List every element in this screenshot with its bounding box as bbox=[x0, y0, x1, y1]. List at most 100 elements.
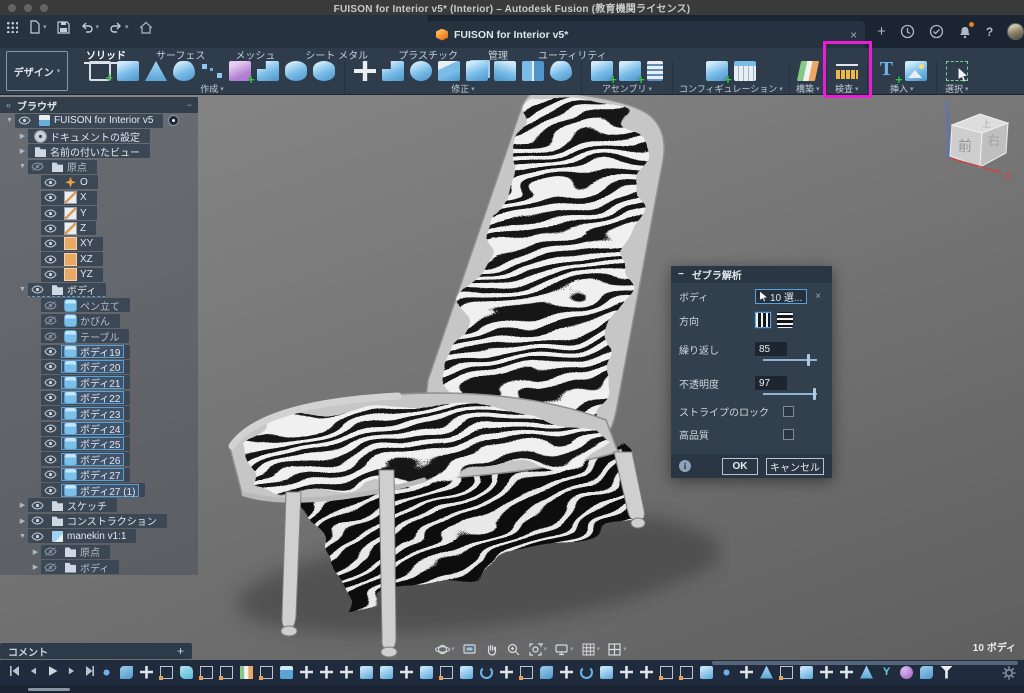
display-settings-icon[interactable]: ▾ bbox=[554, 642, 574, 657]
browser-tree-item[interactable]: ボディ25 bbox=[0, 436, 198, 451]
ribbon-tab[interactable]: サーフェス bbox=[154, 47, 207, 62]
vertical-stripes-button[interactable] bbox=[755, 312, 771, 328]
visibility-eye-icon[interactable] bbox=[44, 209, 57, 218]
select-icon[interactable] bbox=[946, 61, 968, 81]
visibility-eye-off-icon[interactable] bbox=[31, 162, 44, 171]
app-grid-icon[interactable] bbox=[6, 21, 18, 33]
create-mesh-icon[interactable] bbox=[229, 61, 251, 81]
browser-tree-item[interactable]: X bbox=[0, 190, 198, 205]
visibility-eye-off-icon[interactable] bbox=[44, 332, 57, 341]
step-forward-icon[interactable] bbox=[65, 665, 77, 677]
timeline-feature-dot-icon[interactable] bbox=[720, 666, 733, 679]
visibility-eye-icon[interactable] bbox=[44, 193, 57, 202]
timeline-feature-form-icon[interactable] bbox=[120, 666, 133, 679]
timeline-feature-move-icon[interactable] bbox=[400, 666, 413, 679]
notifications-bell-icon[interactable] bbox=[958, 24, 972, 39]
timeline-feature-move-icon[interactable] bbox=[500, 666, 513, 679]
mac-minimize-button[interactable] bbox=[24, 4, 32, 12]
active-component-radio[interactable] bbox=[168, 115, 179, 126]
look-at-icon[interactable] bbox=[462, 642, 477, 657]
timeline-feature-move-icon[interactable] bbox=[300, 666, 313, 679]
visibility-eye-icon[interactable] bbox=[44, 455, 57, 464]
create-sketch-icon[interactable] bbox=[89, 61, 111, 81]
timeline-feature-move-icon[interactable] bbox=[620, 666, 633, 679]
view-cube[interactable]: 前 右 上 Z X bbox=[932, 101, 1022, 189]
browser-tree-item[interactable]: ▼FUISON for Interior v5 bbox=[0, 113, 198, 128]
undo-button[interactable]: ▾ bbox=[80, 21, 100, 33]
play-icon[interactable] bbox=[45, 665, 59, 677]
visibility-eye-icon[interactable] bbox=[31, 516, 44, 525]
ribbon-tab[interactable]: ユーティリティ bbox=[536, 47, 609, 62]
split-body-icon[interactable] bbox=[522, 61, 544, 81]
clear-selection-icon[interactable]: × bbox=[815, 291, 821, 302]
visibility-eye-icon[interactable] bbox=[44, 470, 57, 479]
timeline-scrollbar[interactable] bbox=[712, 661, 1018, 665]
visibility-eye-icon[interactable] bbox=[44, 178, 57, 187]
ribbon-group-label[interactable]: 選択▾ bbox=[945, 82, 969, 95]
add-comment-icon[interactable]: + bbox=[177, 644, 184, 658]
cylinder-icon[interactable] bbox=[285, 61, 307, 81]
visibility-eye-icon[interactable] bbox=[44, 393, 57, 402]
visibility-eye-icon[interactable] bbox=[44, 224, 57, 233]
visibility-eye-icon[interactable] bbox=[44, 424, 57, 433]
press-pull-icon[interactable] bbox=[257, 61, 279, 81]
info-icon[interactable]: i bbox=[679, 460, 691, 472]
timeline-feature-cube-icon[interactable] bbox=[420, 666, 433, 679]
ribbon-tab[interactable]: プラスチック bbox=[396, 47, 460, 62]
ribbon-tab[interactable]: ソリッド bbox=[84, 47, 128, 62]
tree-chevron-icon[interactable]: ▶ bbox=[17, 147, 28, 155]
timeline-feature-spin-icon[interactable] bbox=[480, 666, 493, 679]
browser-tree-item[interactable]: O bbox=[0, 175, 198, 190]
tree-chevron-icon[interactable]: ▶ bbox=[30, 563, 41, 571]
repeat-slider[interactable] bbox=[763, 354, 817, 366]
timeline-feature-sketch-icon[interactable] bbox=[200, 666, 213, 679]
timeline-feature-extrude-icon[interactable] bbox=[280, 666, 293, 679]
browser-tree-item[interactable]: ボディ26 bbox=[0, 452, 198, 467]
tree-chevron-icon[interactable]: ▼ bbox=[17, 163, 28, 170]
move-icon[interactable] bbox=[354, 61, 376, 81]
insert-canvas-icon[interactable] bbox=[905, 61, 927, 81]
visibility-eye-icon[interactable] bbox=[44, 239, 57, 248]
sweep-icon[interactable] bbox=[173, 61, 195, 81]
timeline-feature-move-icon[interactable] bbox=[320, 666, 333, 679]
config-table-icon[interactable] bbox=[734, 61, 756, 81]
visibility-eye-icon[interactable] bbox=[44, 270, 57, 279]
ribbon-tab[interactable]: シート メタル bbox=[303, 47, 370, 62]
ribbon-group-label[interactable]: 構築▾ bbox=[796, 82, 820, 95]
orbit-icon[interactable]: ▾ bbox=[435, 642, 455, 657]
user-avatar[interactable] bbox=[1007, 23, 1024, 40]
visibility-eye-icon[interactable] bbox=[44, 409, 57, 418]
configure-icon[interactable] bbox=[706, 61, 728, 81]
browser-tree-item[interactable]: YZ bbox=[0, 267, 198, 282]
workspace-selector[interactable]: デザイン ▾ bbox=[6, 51, 68, 91]
browser-tree-item[interactable]: ▼原点 bbox=[0, 159, 198, 174]
model-viewport[interactable]: 前 右 上 Z X « ブラウザ − ▼FUISON for Interior … bbox=[0, 95, 1024, 660]
browser-tree-item[interactable]: ペン立て bbox=[0, 298, 198, 313]
grid-icon[interactable]: ▾ bbox=[581, 642, 601, 657]
visibility-eye-icon[interactable] bbox=[31, 532, 44, 541]
visibility-eye-icon[interactable] bbox=[31, 285, 44, 294]
pipe-icon[interactable] bbox=[313, 61, 335, 81]
browser-tree-item[interactable]: Z bbox=[0, 221, 198, 236]
skip-end-icon[interactable] bbox=[83, 665, 97, 677]
skip-start-icon[interactable] bbox=[7, 665, 21, 677]
timeline-settings-gear-icon[interactable] bbox=[1002, 666, 1016, 680]
help-icon[interactable]: ? bbox=[986, 25, 993, 39]
mac-zoom-button[interactable] bbox=[40, 4, 48, 12]
browser-tree-item[interactable]: ▶名前の付いたビュー bbox=[0, 144, 198, 159]
save-button[interactable] bbox=[57, 21, 70, 34]
browser-tree-item[interactable]: テーブル bbox=[0, 328, 198, 343]
ribbon-group-label[interactable]: 検査▾ bbox=[835, 82, 859, 95]
new-tab-button[interactable]: + bbox=[877, 23, 886, 40]
browser-tree-item[interactable]: ▶スケッチ bbox=[0, 498, 198, 513]
opacity-slider-thumb[interactable] bbox=[813, 388, 816, 400]
visibility-eye-off-icon[interactable] bbox=[44, 301, 57, 310]
tree-chevron-icon[interactable]: ▶ bbox=[17, 132, 28, 140]
viewcube-top-label[interactable]: 上 bbox=[982, 119, 991, 129]
cone-icon[interactable] bbox=[145, 61, 167, 81]
browser-tree-item[interactable]: ▼manekin v1:1 bbox=[0, 529, 198, 544]
browser-tree-item[interactable]: ボディ19 bbox=[0, 344, 198, 359]
sweep-icon[interactable] bbox=[550, 61, 572, 81]
browser-tree-item[interactable]: XY bbox=[0, 236, 198, 251]
browser-tree-item[interactable]: ボディ20 bbox=[0, 359, 198, 374]
